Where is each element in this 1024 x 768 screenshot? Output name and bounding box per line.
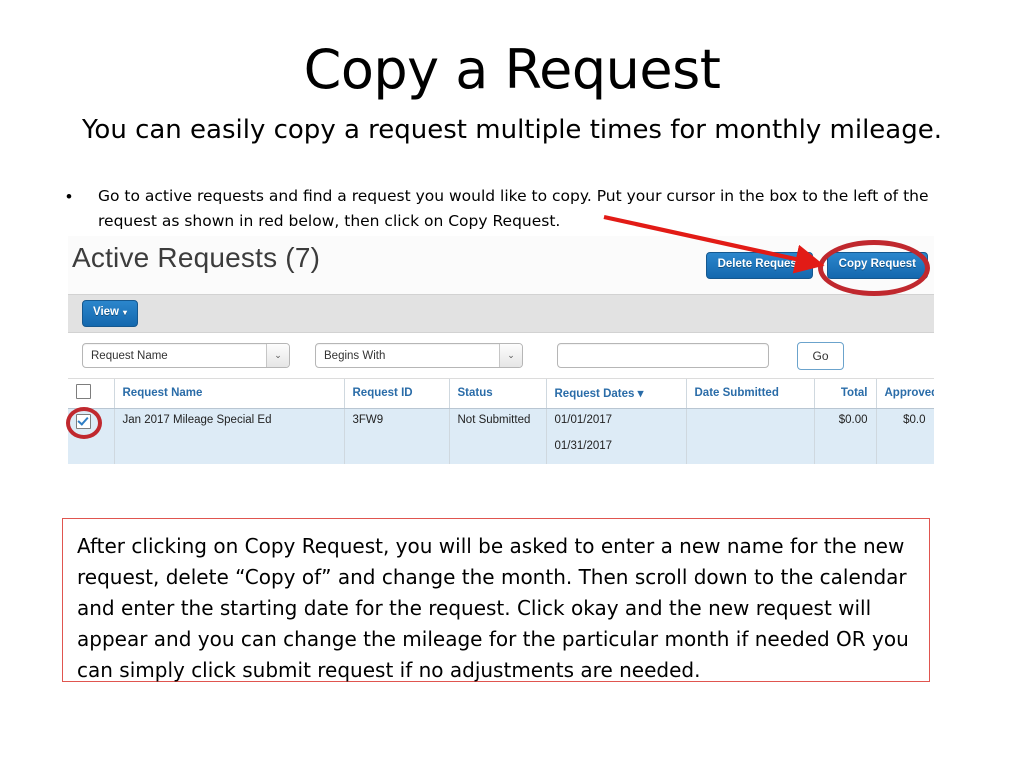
view-menu-label: View [93,306,119,319]
cell-request-id: 3FW9 [344,408,450,464]
filter-toolbar: Request Name ⌄ Begins With ⌄ Go [68,333,934,379]
copy-request-button[interactable]: Copy Request [826,252,928,279]
active-requests-heading: Active Requests (7) [72,242,321,273]
screenshot-header: Active Requests (7) Delete Request Copy … [68,236,934,294]
bullet-item-text: Go to active requests and find a request… [98,187,929,230]
filter-field-value: Request Name [91,349,168,362]
chevron-down-icon: ⌄ [266,344,289,367]
column-header-date-submitted[interactable]: Date Submitted [686,379,815,409]
view-menu-button[interactable]: View ▾ [82,300,139,327]
active-requests-screenshot: Active Requests (7) Delete Request Copy … [68,236,934,464]
cell-status: Not Submitted [449,408,547,464]
view-toolbar: View ▾ [68,294,934,333]
select-all-header[interactable] [68,379,115,409]
instructions-note-text: After clicking on Copy Request, you will… [77,534,909,682]
filter-field-select[interactable]: Request Name ⌄ [82,343,290,368]
column-header-status[interactable]: Status [449,379,547,409]
go-button[interactable]: Go [797,341,844,370]
bullet-list: • Go to active requests and find a reque… [60,184,950,234]
page-subtitle: You can easily copy a request multiple t… [81,115,942,145]
cell-date-submitted [686,408,815,464]
bullet-marker-icon: • [66,187,72,206]
header-action-buttons: Delete Request Copy Request [705,252,928,279]
requests-table: Request Name Request ID Status Request D… [68,379,934,464]
cell-request-name: Jan 2017 Mileage Special Ed [114,408,345,464]
cell-request-dates: 01/01/2017 01/31/2017 [546,408,687,464]
cell-total: $0.00 [814,408,877,464]
request-date-start: 01/01/2017 [554,414,613,426]
row-select-cell[interactable] [68,408,115,464]
column-header-request-id[interactable]: Request ID [344,379,450,409]
row-select-checkbox[interactable] [76,414,91,429]
table-row[interactable]: Jan 2017 Mileage Special Ed 3FW9 Not Sub… [68,408,934,464]
filter-operator-select[interactable]: Begins With ⌄ [315,343,523,368]
column-header-total[interactable]: Total [814,379,877,409]
list-item: • Go to active requests and find a reque… [60,184,950,234]
page-title: Copy a Request [303,38,721,101]
instructions-note-box: After clicking on Copy Request, you will… [62,518,930,682]
chevron-down-icon: ▾ [123,308,128,318]
request-date-end: 01/31/2017 [554,440,613,452]
chevron-down-icon: ⌄ [499,344,522,367]
cell-approved: $0.0 [876,408,934,464]
column-header-approved[interactable]: Approved a [876,379,934,409]
delete-request-button[interactable]: Delete Request [705,252,813,279]
table-header-row: Request Name Request ID Status Request D… [68,379,934,409]
column-header-request-dates[interactable]: Request Dates ▾ [546,379,687,409]
filter-search-input[interactable] [557,343,769,368]
select-all-checkbox[interactable] [76,384,91,399]
column-header-request-name[interactable]: Request Name [114,379,345,409]
filter-operator-value: Begins With [324,349,386,362]
